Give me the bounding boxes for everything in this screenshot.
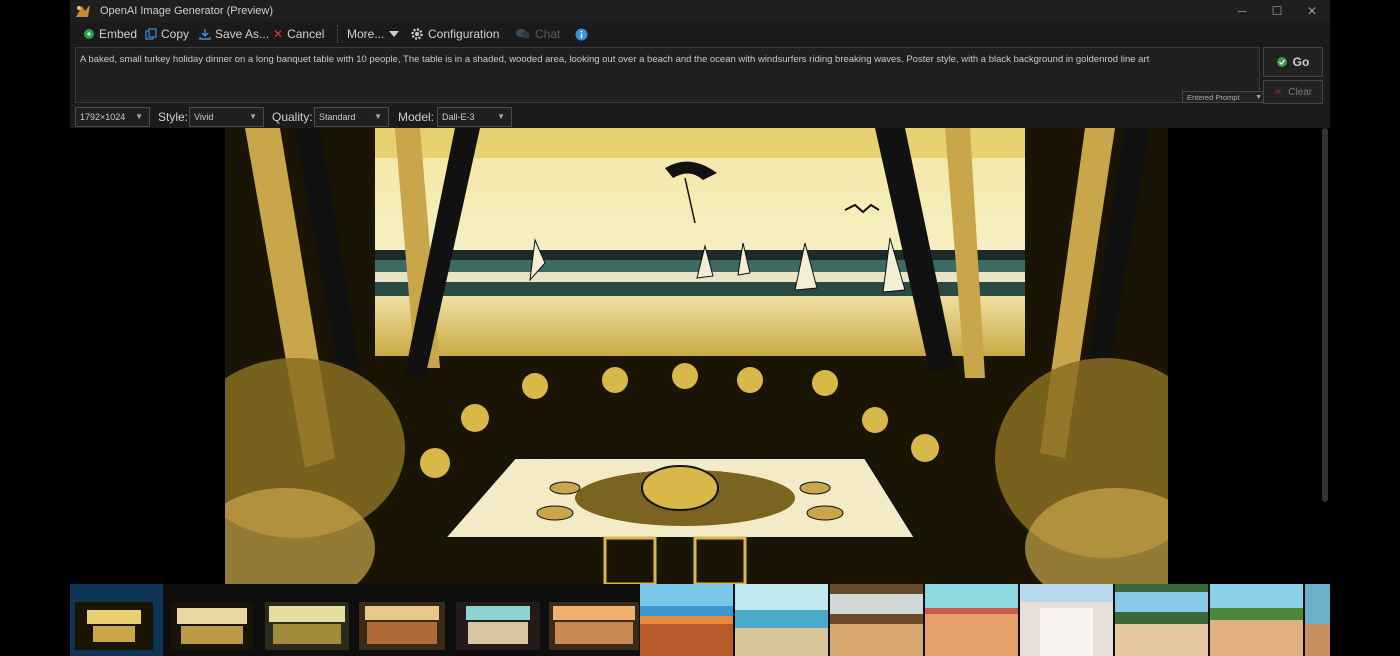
- prompt-text[interactable]: A baked, small turkey holiday dinner on …: [80, 53, 1256, 66]
- chat-bubbles-icon: [516, 29, 530, 39]
- copy-label: Copy: [161, 27, 190, 41]
- toolbar-separator: [337, 25, 338, 43]
- thumbnail-item[interactable]: [545, 584, 639, 656]
- chat-label: Chat: [535, 27, 561, 41]
- thumbnail-strip: [70, 584, 1330, 656]
- prompt-type-value: Entered Prompt: [1187, 93, 1240, 102]
- prompt-type-select[interactable]: Entered Prompt ▼: [1182, 91, 1266, 103]
- model-label: Model:: [398, 110, 435, 124]
- caret-down-icon: ▼: [1255, 94, 1262, 101]
- maximize-button[interactable]: ☐: [1263, 3, 1291, 19]
- copy-button[interactable]: Copy: [145, 25, 189, 43]
- thumbnail-item[interactable]: [355, 584, 448, 656]
- image-scrollbar[interactable]: [1322, 128, 1328, 502]
- embed-button[interactable]: Embed: [83, 25, 137, 43]
- cancel-x-icon: ✕: [273, 27, 284, 41]
- minimize-button[interactable]: ─: [1228, 3, 1256, 19]
- thumbnail-item[interactable]: [1305, 584, 1330, 656]
- prompt-input[interactable]: A baked, small turkey holiday dinner on …: [75, 47, 1266, 103]
- model-value: Dall-E-3: [442, 112, 475, 122]
- embed-label: Embed: [99, 27, 138, 41]
- gear-icon: [411, 28, 423, 40]
- save-as-button[interactable]: Save As...: [199, 25, 269, 43]
- thumbnail-item[interactable]: [1115, 584, 1208, 656]
- embed-icon: [84, 29, 94, 39]
- thumbnail-item[interactable]: [640, 584, 733, 656]
- clear-button[interactable]: ✕ Clear: [1263, 80, 1323, 104]
- go-label: Go: [1292, 55, 1310, 69]
- caret-down-icon: ▼: [374, 112, 382, 121]
- thumbnail-item[interactable]: [260, 584, 353, 656]
- quality-label: Quality:: [272, 110, 313, 124]
- save-icon: [199, 29, 211, 40]
- chat-button[interactable]: Chat: [515, 25, 560, 43]
- chevron-down-icon: [389, 31, 400, 37]
- quality-value: Standard: [319, 112, 356, 122]
- size-select[interactable]: 1792×1024 ▼: [75, 107, 150, 127]
- thumbnail-item[interactable]: [1210, 584, 1303, 656]
- go-button[interactable]: Go: [1263, 47, 1323, 77]
- generated-image[interactable]: [225, 128, 1168, 584]
- thumbnail-item[interactable]: [450, 584, 543, 656]
- model-select[interactable]: Dall-E-3 ▼: [437, 107, 512, 127]
- cancel-label: Cancel: [287, 27, 325, 41]
- save-as-label: Save As...: [215, 27, 270, 41]
- info-icon: [575, 28, 588, 40]
- check-icon: [1276, 57, 1287, 67]
- thumbnail-item[interactable]: [925, 584, 1018, 656]
- cancel-button[interactable]: ✕ Cancel: [273, 25, 324, 43]
- style-value: Vivid: [194, 112, 214, 122]
- configuration-button[interactable]: Configuration: [410, 25, 499, 43]
- thumbnail-item[interactable]: [830, 584, 923, 656]
- toolbar: Embed Copy Save As... ✕ Cancel More... C…: [70, 23, 1330, 45]
- more-label: More...: [347, 27, 385, 41]
- app-logo-icon: [76, 5, 90, 17]
- configuration-label: Configuration: [428, 27, 500, 41]
- image-viewer: [70, 128, 1330, 584]
- close-button[interactable]: ✕: [1298, 3, 1326, 19]
- caret-down-icon: ▼: [249, 112, 257, 121]
- options-row: 1792×1024 ▼ Style: Vivid ▼ Quality: Stan…: [70, 106, 1330, 128]
- more-button[interactable]: More...: [347, 25, 400, 43]
- copy-icon: [145, 28, 157, 40]
- style-label: Style:: [158, 110, 189, 124]
- clear-x-icon: ✕: [1273, 86, 1283, 98]
- app-window: OpenAI Image Generator (Preview) ─ ☐ ✕ E…: [70, 0, 1330, 656]
- clear-label: Clear: [1288, 86, 1313, 98]
- caret-down-icon: ▼: [135, 112, 143, 121]
- size-value: 1792×1024: [80, 112, 126, 122]
- info-button[interactable]: [575, 25, 588, 43]
- caret-down-icon: ▼: [497, 112, 505, 121]
- style-select[interactable]: Vivid ▼: [189, 107, 264, 127]
- thumbnail-item[interactable]: [70, 584, 163, 656]
- title-bar: OpenAI Image Generator (Preview) ─ ☐ ✕: [70, 0, 1330, 22]
- thumbnail-item[interactable]: [165, 584, 258, 656]
- window-title: OpenAI Image Generator (Preview): [100, 5, 274, 17]
- thumbnail-item[interactable]: [1020, 584, 1113, 656]
- quality-select[interactable]: Standard ▼: [314, 107, 389, 127]
- thumbnail-item[interactable]: [735, 584, 828, 656]
